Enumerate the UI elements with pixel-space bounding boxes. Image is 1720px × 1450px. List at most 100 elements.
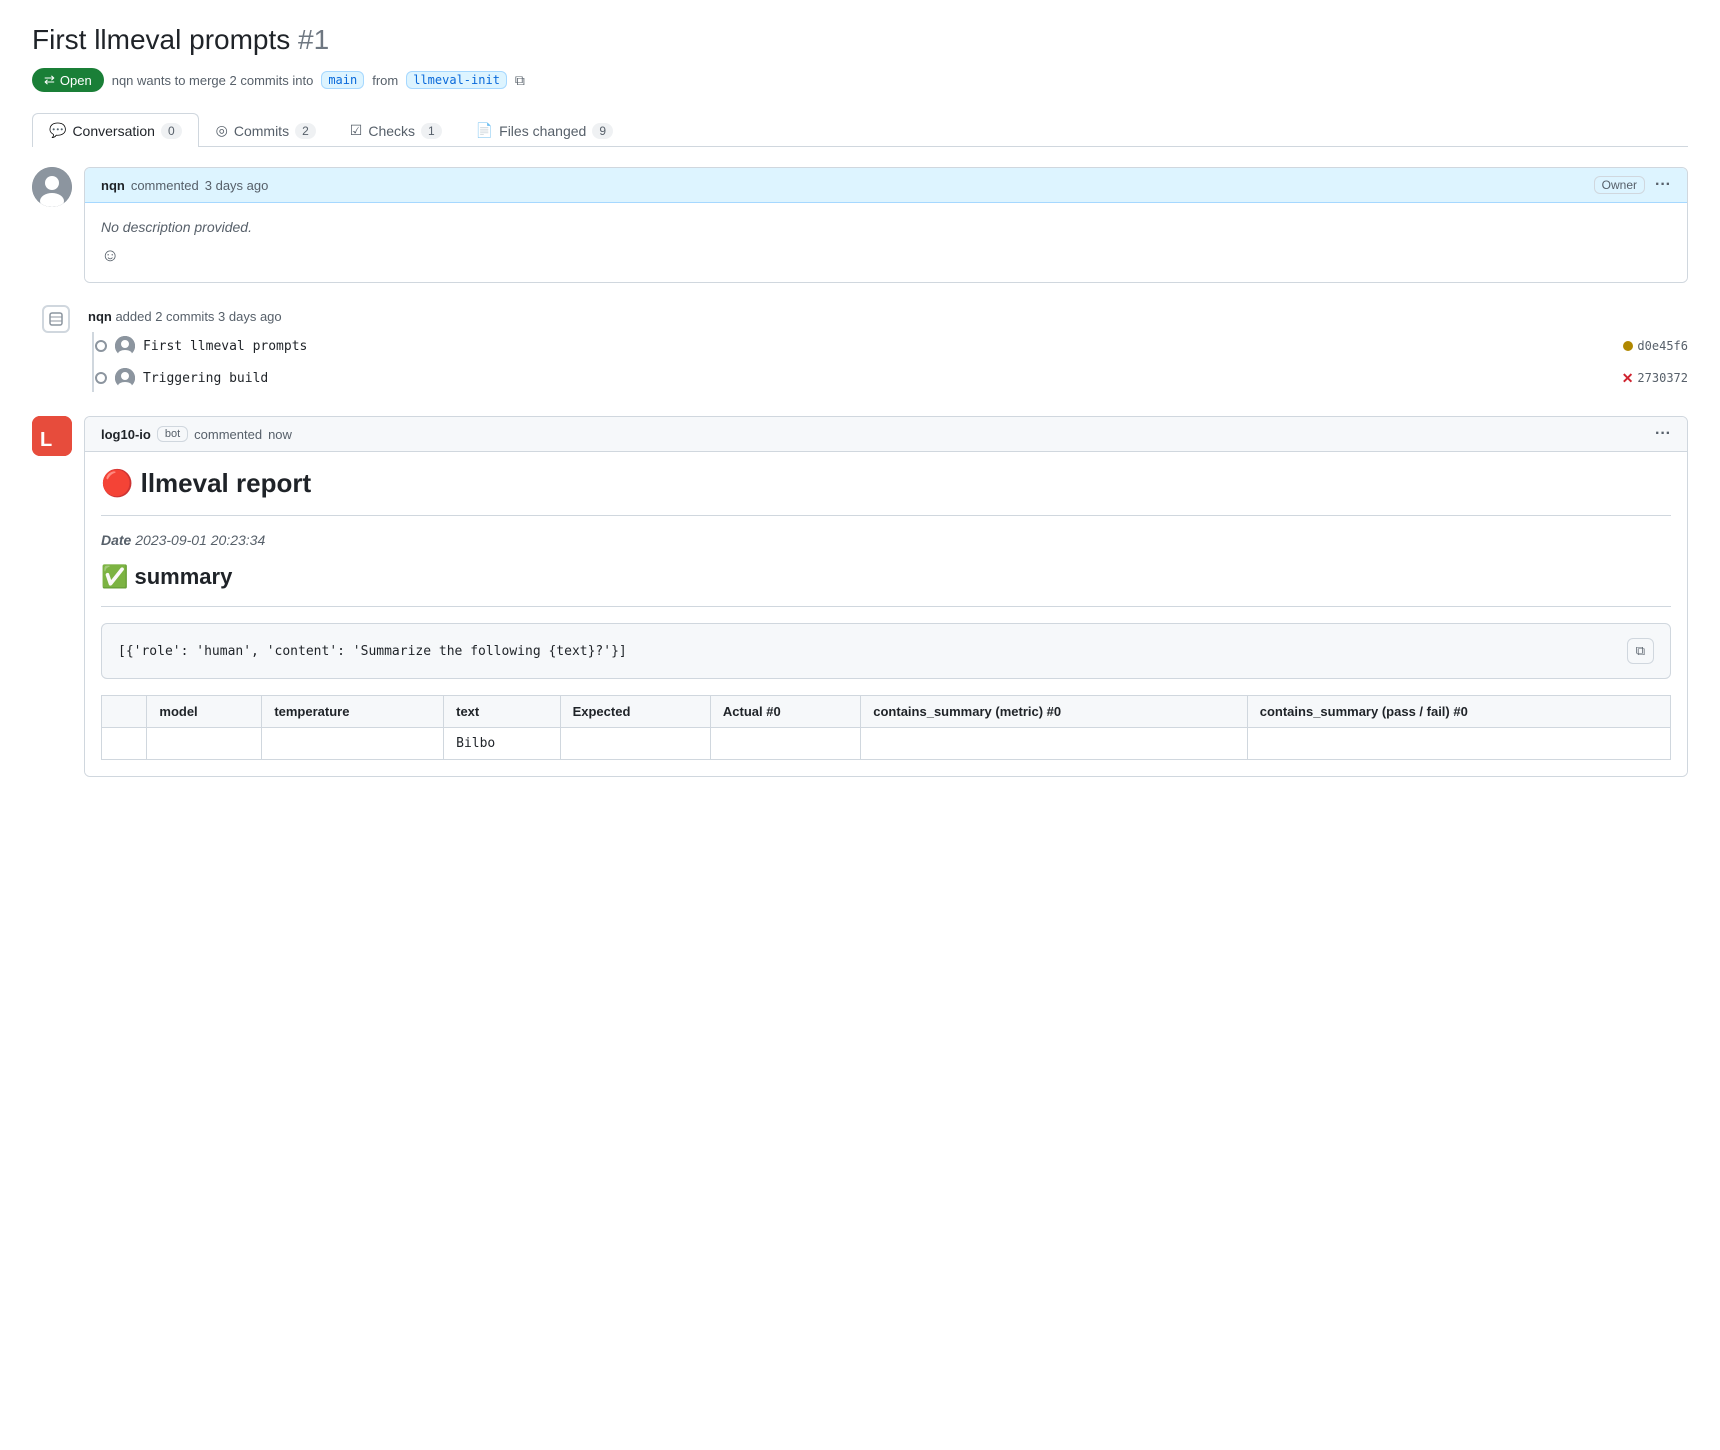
copy-branch-icon[interactable]: ⧉ <box>515 72 525 89</box>
tab-checks-label: Checks <box>368 123 415 139</box>
commit-status-x-2: ✕ <box>1622 370 1634 387</box>
code-content: [{'role': 'human', 'content': 'Summarize… <box>118 644 627 659</box>
llmeval-report-title: 🔴 llmeval report <box>101 468 1671 499</box>
tab-files-label: Files changed <box>499 123 586 139</box>
pr-tabs: 💬 Conversation 0 ◎ Commits 2 ☑ Checks 1 … <box>32 112 1688 147</box>
pr-status-label: Open <box>60 73 92 88</box>
commits-icon-inner <box>42 305 70 333</box>
comment-author-bot[interactable]: log10-io <box>101 427 151 442</box>
bot-badge: bot <box>157 426 188 442</box>
comment-time-nqn: 3 days ago <box>205 178 269 193</box>
copy-code-button[interactable]: ⧉ <box>1627 638 1654 664</box>
commit-sha-2[interactable]: 2730372 <box>1637 371 1688 385</box>
summary-label-text: ✅ summary <box>101 564 232 590</box>
files-icon: 📄 <box>476 122 493 139</box>
tab-checks[interactable]: ☑ Checks 1 <box>333 113 459 147</box>
cell-0-3: Bilbo <box>444 728 560 760</box>
summary-table-wrapper: model temperature text Expected Actual #… <box>101 695 1671 760</box>
owner-badge: Owner <box>1594 176 1645 194</box>
comment-action-bot: commented <box>194 427 262 442</box>
commit-dot-2 <box>95 372 107 384</box>
comment-menu-nqn[interactable]: ··· <box>1655 176 1671 194</box>
emoji-react-nqn[interactable]: ☺ <box>101 245 1671 266</box>
avatar-bot: L <box>32 416 72 456</box>
pr-title: First llmeval prompts #1 <box>32 24 1688 56</box>
commit-sha-1[interactable]: d0e45f6 <box>1637 339 1688 353</box>
col-header-passfail: contains_summary (pass / fail) #0 <box>1247 696 1670 728</box>
comment-bot: L log10-io bot commented now ··· 🔴 llmev… <box>32 416 1688 777</box>
tab-files-changed[interactable]: 📄 Files changed 9 <box>459 113 630 147</box>
comment-nqn: nqn commented 3 days ago Owner ··· No de… <box>32 167 1688 283</box>
tab-conversation-label: Conversation <box>72 123 155 139</box>
pr-number: #1 <box>298 24 329 55</box>
tab-commits[interactable]: ◎ Commits 2 <box>199 113 333 147</box>
comment-box-nqn: nqn commented 3 days ago Owner ··· No de… <box>84 167 1688 283</box>
comment-box-bot: log10-io bot commented now ··· 🔴 llmeval… <box>84 416 1688 777</box>
commit-avatar-2 <box>115 368 135 388</box>
cell-0-5 <box>710 728 860 760</box>
report-date: Date 2023-09-01 20:23:34 <box>101 532 1671 548</box>
comment-author-nqn[interactable]: nqn <box>101 178 125 193</box>
tab-commits-count: 2 <box>295 123 316 139</box>
comment-header-bot: log10-io bot commented now ··· <box>85 417 1687 452</box>
date-label: Date <box>101 532 131 548</box>
pr-from-text: from <box>372 73 398 88</box>
checks-icon: ☑ <box>350 122 363 139</box>
comment-time-bot: now <box>268 427 292 442</box>
comment-menu-bot[interactable]: ··· <box>1655 425 1671 442</box>
commits-author[interactable]: nqn <box>88 309 112 324</box>
tab-files-count: 9 <box>592 123 613 139</box>
col-header-metric: contains_summary (metric) #0 <box>861 696 1247 728</box>
cell-0-1 <box>147 728 262 760</box>
cell-0-6 <box>861 728 1247 760</box>
commits-meta: nqn added 2 commits 3 days ago <box>88 299 1688 324</box>
comment-body-nqn: No description provided. ☺ <box>85 203 1687 282</box>
tab-checks-count: 1 <box>421 123 442 139</box>
svg-text:L: L <box>40 429 52 451</box>
cell-0-4 <box>560 728 710 760</box>
table-row-1: Bilbo <box>102 728 1671 760</box>
commit-name-1[interactable]: First llmeval prompts <box>143 339 1615 354</box>
comment-body-text-nqn: No description provided. <box>101 219 1671 235</box>
merge-icon: ⇄ <box>44 72 55 88</box>
comment-body-bot: 🔴 llmeval report Date 2023-09-01 20:23:3… <box>85 452 1687 776</box>
pr-status-badge: ⇄ Open <box>32 68 104 92</box>
tab-conversation[interactable]: 💬 Conversation 0 <box>32 113 199 147</box>
avatar-nqn <box>32 167 72 207</box>
report-title-text: 🔴 llmeval report <box>101 468 311 499</box>
summary-table: model temperature text Expected Actual #… <box>101 695 1671 760</box>
col-header-temperature: temperature <box>262 696 444 728</box>
commit-row-1: First llmeval prompts d0e45f6 <box>102 332 1688 360</box>
date-value: 2023-09-01 20:23:34 <box>135 532 265 548</box>
col-header-actual: Actual #0 <box>710 696 860 728</box>
commit-row-2: Triggering build ✕ 2730372 <box>102 364 1688 392</box>
commits-content: nqn added 2 commits 3 days ago First llm… <box>88 299 1688 392</box>
tab-commits-label: Commits <box>234 123 289 139</box>
col-header-expected: Expected <box>560 696 710 728</box>
commit-avatar-1 <box>115 336 135 356</box>
pr-meta-text: nqn wants to merge 2 commits into <box>112 73 314 88</box>
commit-status-1: d0e45f6 <box>1623 339 1688 353</box>
pr-target-branch[interactable]: main <box>321 71 364 89</box>
pr-title-text: First llmeval prompts <box>32 24 290 55</box>
pr-source-branch[interactable]: llmeval-init <box>406 71 507 89</box>
code-block: [{'role': 'human', 'content': 'Summarize… <box>101 623 1671 679</box>
summary-heading: ✅ summary <box>101 564 1671 590</box>
comment-header-nqn: nqn commented 3 days ago Owner ··· <box>85 168 1687 203</box>
commit-name-2[interactable]: Triggering build <box>143 371 1614 386</box>
cell-0-7 <box>1247 728 1670 760</box>
tab-conversation-count: 0 <box>161 123 182 139</box>
cell-0-2 <box>262 728 444 760</box>
commits-activity: nqn added 2 commits 3 days ago First llm… <box>32 299 1688 392</box>
comment-action-nqn: commented <box>131 178 199 193</box>
commits-activity-icon <box>36 299 76 339</box>
pr-meta: ⇄ Open nqn wants to merge 2 commits into… <box>32 68 1688 92</box>
col-header-model: model <box>147 696 262 728</box>
timeline: nqn commented 3 days ago Owner ··· No de… <box>32 167 1688 793</box>
cell-0-0 <box>102 728 147 760</box>
commit-status-dot-1 <box>1623 341 1633 351</box>
conversation-icon: 💬 <box>49 122 66 139</box>
col-header-text: text <box>444 696 560 728</box>
commits-icon: ◎ <box>216 122 228 139</box>
col-header-0 <box>102 696 147 728</box>
